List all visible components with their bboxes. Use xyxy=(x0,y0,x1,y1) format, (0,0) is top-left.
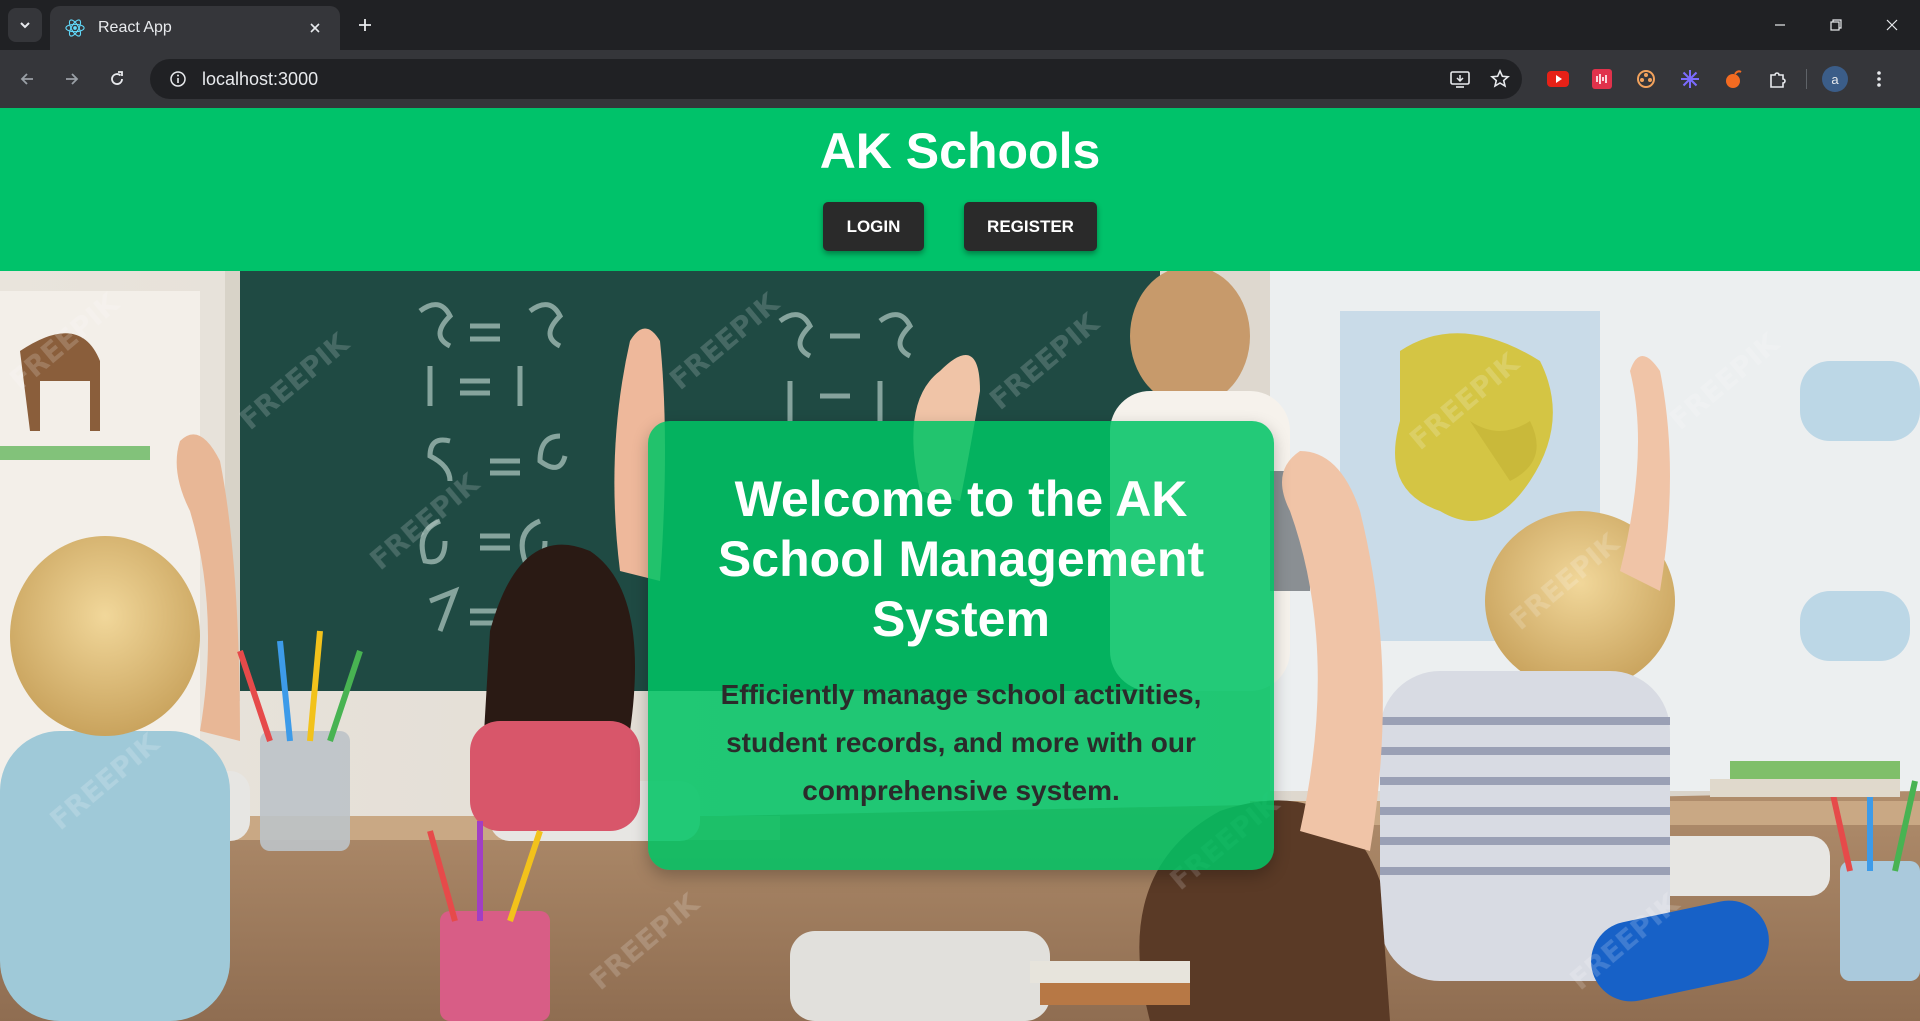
kebab-menu-icon xyxy=(1877,71,1881,87)
menu-button[interactable] xyxy=(1857,59,1901,99)
close-window-button[interactable] xyxy=(1864,0,1920,50)
fruit-icon[interactable] xyxy=(1712,59,1756,99)
minimize-button[interactable] xyxy=(1752,0,1808,50)
register-button[interactable]: REGISTER xyxy=(964,202,1097,251)
address-bar[interactable]: localhost:3000 xyxy=(150,59,1522,99)
login-button[interactable]: LOGIN xyxy=(823,202,924,251)
chevron-down-icon xyxy=(20,22,30,29)
close-icon[interactable] xyxy=(304,17,326,39)
film-reel-icon[interactable] xyxy=(1624,59,1668,99)
puzzle-icon[interactable] xyxy=(1756,59,1800,99)
browser-tab[interactable]: React App xyxy=(50,6,340,50)
welcome-description: Efficiently manage school activities, st… xyxy=(720,679,1202,806)
browser-toolbar: localhost:3000 a xyxy=(0,50,1920,108)
bookmark-star-icon[interactable] xyxy=(1482,61,1518,97)
arrow-left-icon xyxy=(20,73,33,85)
plus-icon xyxy=(359,19,371,31)
window-controls xyxy=(1752,0,1920,50)
tab-search-button[interactable] xyxy=(8,8,42,42)
extensions-area: a xyxy=(1536,59,1901,99)
arrow-right-icon xyxy=(66,73,79,85)
forward-button[interactable] xyxy=(55,62,89,96)
youtube-icon[interactable] xyxy=(1536,59,1580,99)
avatar: a xyxy=(1822,66,1848,92)
browser-tabstrip: React App xyxy=(0,0,1920,50)
page-viewport: AK Schools LOGIN REGISTER FREEPIK FREEPI… xyxy=(0,108,1920,1021)
tab-title: React App xyxy=(98,19,172,36)
minimize-icon xyxy=(1775,24,1785,26)
welcome-card: Welcome to the AK School Management Syst… xyxy=(648,421,1274,870)
back-button[interactable] xyxy=(10,62,44,96)
site-header: AK Schools LOGIN REGISTER xyxy=(0,108,1920,271)
restore-icon xyxy=(1830,19,1842,31)
react-icon xyxy=(64,17,86,39)
close-icon xyxy=(1886,19,1898,31)
page-title: AK Schools xyxy=(819,123,1101,179)
welcome-title: Welcome to the AK School Management Syst… xyxy=(717,471,1205,647)
profile-button[interactable]: a xyxy=(1813,59,1857,99)
site-info-icon[interactable] xyxy=(158,59,198,99)
new-tab-button[interactable] xyxy=(352,12,378,38)
toolbar-separator xyxy=(1806,69,1807,89)
restore-button[interactable] xyxy=(1808,0,1864,50)
reload-icon xyxy=(111,71,123,85)
podcast-icon[interactable] xyxy=(1580,59,1624,99)
install-app-icon[interactable] xyxy=(1442,61,1478,97)
url-text[interactable]: localhost:3000 xyxy=(202,69,1442,90)
sparkle-icon[interactable] xyxy=(1668,59,1712,99)
reload-button[interactable] xyxy=(100,62,134,96)
